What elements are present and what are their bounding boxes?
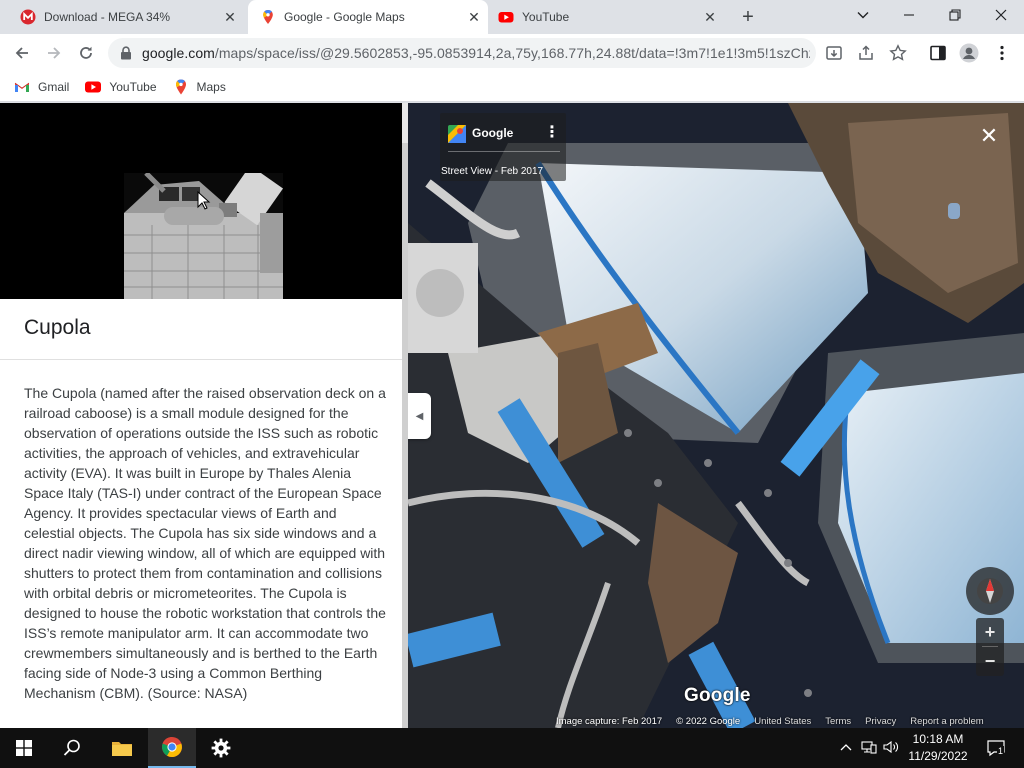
url-path: /maps/space/iss/@29.5602853,-95.0853914,… [214, 45, 810, 61]
taskbar-settings[interactable] [198, 728, 244, 768]
close-window-button[interactable] [978, 0, 1024, 30]
cupola-interior-panorama[interactable] [408, 103, 1024, 728]
tab-search-icon[interactable] [840, 0, 886, 30]
url-host: google.com [142, 45, 215, 61]
clock-time: 10:18 AM [912, 732, 964, 746]
lock-icon [121, 46, 131, 60]
windows-taskbar: 10:18 AM 11/29/2022 1 [0, 728, 1024, 768]
bookmarks-bar: Gmail YouTube Maps [0, 72, 1024, 102]
google-maps-icon [173, 79, 189, 95]
google-watermark: Google [684, 685, 751, 706]
arrow-right-icon [48, 47, 61, 59]
bookmark-label: Gmail [38, 79, 70, 94]
google-maps-icon [263, 10, 273, 24]
place-info-panel: Cupola The Cupola (named after the raise… [0, 103, 402, 728]
bookmark-gmail[interactable]: Gmail [14, 79, 69, 95]
chrome-icon [162, 737, 182, 758]
taskbar-search-button[interactable] [48, 728, 96, 768]
install-app-icon[interactable] [824, 43, 844, 63]
zoom-control: + − [976, 618, 1004, 676]
gmail-icon [14, 79, 30, 95]
bookmark-label: YouTube [109, 79, 157, 94]
tab-label: YouTube [522, 10, 570, 24]
taskbar-chrome[interactable] [148, 728, 196, 768]
tab-youtube[interactable]: YouTube ✕ [488, 0, 724, 34]
reload-button[interactable] [72, 39, 100, 67]
compass-icon [977, 578, 1003, 604]
mega-icon [20, 9, 36, 25]
more-options-icon[interactable]: ⋮ [544, 123, 560, 143]
url-text: google.com/maps/space/iss/@29.5602853,-9… [142, 45, 810, 61]
start-button[interactable] [0, 728, 48, 768]
clock-date: 11/29/2022 [908, 749, 968, 763]
region-link[interactable]: United States [754, 716, 811, 727]
arrow-left-icon [15, 47, 28, 59]
youtube-icon [85, 79, 102, 95]
notification-count-badge: 1 [997, 746, 1005, 756]
street-view-info-card: Google ⋮ Street View - Feb 2017 [440, 113, 566, 181]
bookmark-youtube[interactable]: YouTube [85, 79, 157, 95]
reload-icon [80, 46, 92, 59]
zoom-in-button[interactable]: + [976, 618, 1004, 646]
bookmark-maps[interactable]: Maps [173, 79, 226, 95]
terms-link[interactable]: Terms [825, 716, 851, 727]
bookmark-label: Maps [196, 79, 226, 94]
tab-google-maps[interactable]: Google - Google Maps ✕ [248, 0, 488, 34]
close-street-view-button[interactable]: ✕ [976, 123, 1002, 149]
restore-button[interactable] [932, 0, 978, 30]
copyright: © 2022 Google [676, 716, 741, 727]
mouse-cursor-icon [197, 191, 211, 210]
tab-mega-download[interactable]: Download - MEGA 34% ✕ [0, 0, 244, 34]
search-icon [63, 739, 80, 756]
forward-button[interactable] [40, 39, 68, 67]
place-description: The Cupola (named after the raised obser… [24, 385, 386, 701]
tab-label: Google - Google Maps [284, 10, 405, 24]
address-bar[interactable]: google.com/maps/space/iss/@29.5602853,-9… [108, 38, 816, 68]
side-panel-icon[interactable] [928, 43, 948, 63]
street-view-panorama[interactable]: ◀ Google ⋮ Street View - Feb 2017 ✕ + − … [408, 103, 1024, 728]
google-maps-logo-icon [448, 125, 466, 143]
gear-icon [211, 738, 231, 758]
share-icon[interactable] [856, 43, 876, 63]
taskbar-file-explorer[interactable] [98, 728, 146, 768]
divider [0, 359, 402, 360]
browser-toolbar: google.com/maps/space/iss/@29.5602853,-9… [0, 34, 1024, 72]
place-photo-area[interactable] [0, 103, 402, 299]
maps-content: Cupola The Cupola (named after the raise… [0, 103, 1024, 728]
divider [448, 151, 560, 152]
zoom-out-button[interactable]: − [976, 647, 1004, 675]
notification-center-button[interactable]: 1 [978, 728, 1014, 768]
privacy-link[interactable]: Privacy [865, 716, 896, 727]
youtube-icon [498, 12, 514, 23]
volume-icon[interactable] [880, 740, 902, 757]
collapse-panel-button[interactable]: ◀ [408, 393, 431, 439]
profile-avatar-icon[interactable] [959, 43, 979, 63]
system-tray [836, 728, 902, 768]
place-title: Cupola [24, 316, 91, 339]
provider-name: Google [472, 126, 514, 140]
bookmark-star-icon[interactable] [888, 43, 908, 63]
back-button[interactable] [8, 39, 36, 67]
network-icon[interactable] [858, 740, 880, 757]
close-tab-icon[interactable]: ✕ [466, 9, 482, 25]
close-tab-icon[interactable]: ✕ [702, 9, 718, 25]
close-tab-icon[interactable]: ✕ [222, 9, 238, 25]
chevron-up-icon[interactable] [836, 741, 856, 755]
chrome-menu-icon[interactable] [992, 43, 1012, 63]
report-problem-link[interactable]: Report a problem [910, 716, 983, 727]
chevron-left-icon: ◀ [415, 410, 424, 422]
new-tab-button[interactable]: + [736, 5, 760, 29]
tab-strip: Download - MEGA 34% ✕ Google - Google Ma… [0, 0, 1024, 34]
attribution-bar: Image capture: Feb 2017 © 2022 Google Un… [556, 715, 998, 728]
compass-control[interactable] [966, 567, 1014, 615]
windows-logo-icon [16, 740, 32, 756]
system-clock[interactable]: 10:18 AM 11/29/2022 [902, 731, 974, 765]
image-capture-date: Image capture: Feb 2017 [556, 716, 663, 727]
folder-icon [112, 742, 132, 756]
minimize-button[interactable] [886, 0, 932, 30]
street-view-date: Street View - Feb 2017 [441, 166, 544, 177]
tab-label: Download - MEGA 34% [44, 10, 171, 24]
